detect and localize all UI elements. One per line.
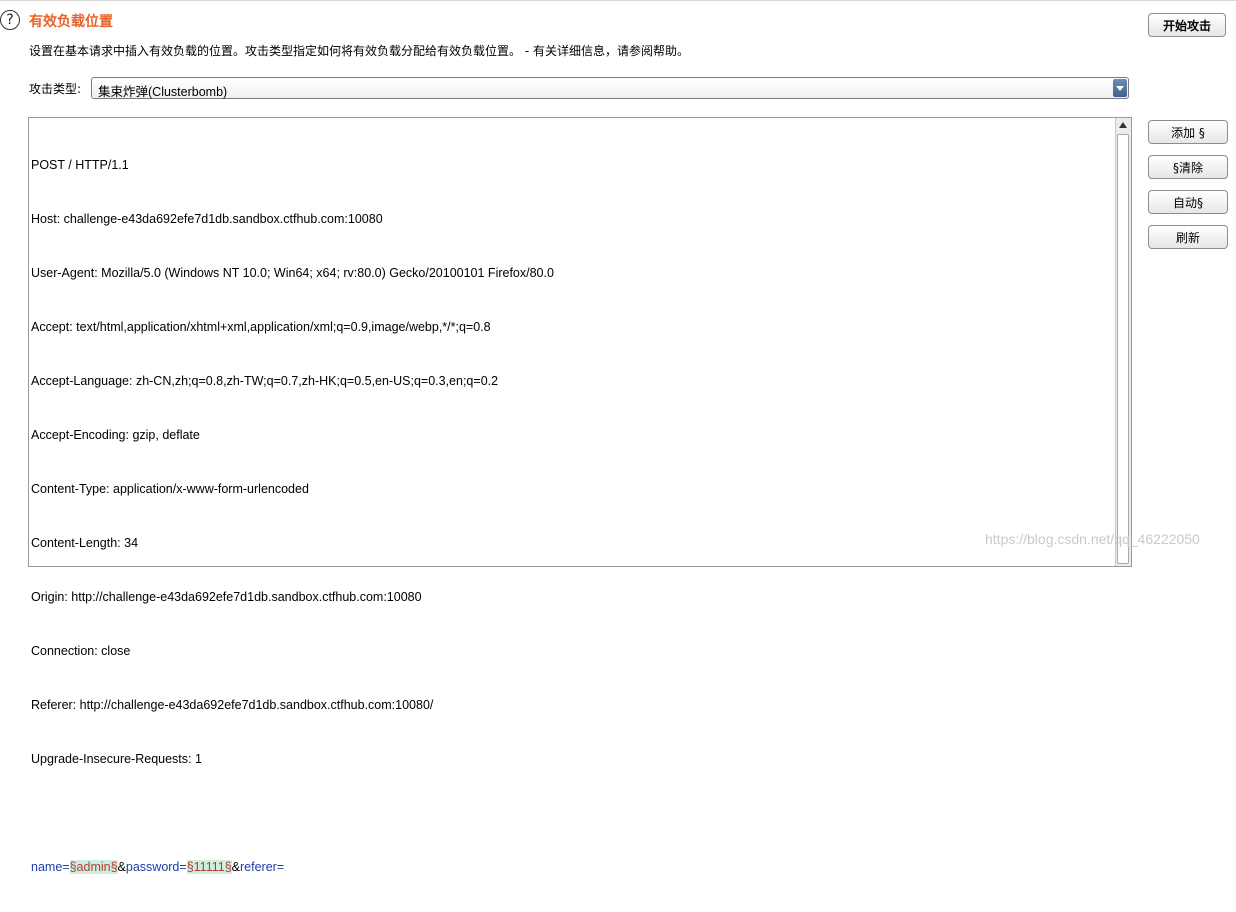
request-line: Content-Type: application/x-www-form-url… [31,482,309,496]
param-equals: = [179,860,187,874]
request-text[interactable]: POST / HTTP/1.1 Host: challenge-e43da692… [31,120,554,912]
param-equals: = [62,860,70,874]
attack-type-label: 攻击类型: [29,82,82,96]
page-title: 有效负载位置 [29,14,113,30]
request-line: Host: challenge-e43da692efe7d1db.sandbox… [31,212,383,226]
request-line: Accept-Language: zh-CN,zh;q=0.8,zh-TW;q=… [31,374,499,388]
clear-payload-markers-button[interactable]: §清除 [1148,155,1228,179]
scroll-thumb[interactable] [1117,134,1129,564]
param-name: referer [240,860,277,874]
payload-marker: §admin§ [69,860,118,874]
question-circle-icon[interactable]: ? [0,10,20,30]
param-separator: & [117,860,126,874]
param-equals: = [276,860,285,874]
payload-marker: §11111§ [186,860,232,874]
refresh-button[interactable]: 刷新 [1148,225,1228,249]
request-editor[interactable]: POST / HTTP/1.1 Host: challenge-e43da692… [28,117,1132,874]
request-line: Accept: text/html,application/xhtml+xml,… [31,320,491,334]
param-name: name [31,860,63,874]
auto-payload-markers-button[interactable]: 自动§ [1148,190,1228,214]
chevron-down-icon[interactable] [1113,79,1127,97]
vertical-scrollbar[interactable] [1115,118,1131,566]
attack-type-select[interactable]: 集束炸弹(Clusterbomb) [91,77,1129,99]
request-body-line: name=§admin§&password=§11111§&referer= [31,858,554,876]
attack-type-value: 集束炸弹(Clusterbomb) [98,85,228,99]
top-divider [0,0,1236,1]
start-attack-button[interactable]: 开始攻击 [1148,13,1226,37]
request-line: Origin: http://challenge-e43da692efe7d1d… [31,590,422,604]
param-separator: & [231,860,240,874]
request-line [31,804,554,822]
request-line: User-Agent: Mozilla/5.0 (Windows NT 10.0… [31,266,554,280]
watermark: https://blog.csdn.net/qq_46222050 [985,531,1200,547]
add-payload-marker-button[interactable]: 添加 § [1148,120,1228,144]
request-line: Referer: http://challenge-e43da692efe7d1… [31,698,434,712]
param-name: password [125,860,180,874]
request-line: POST / HTTP/1.1 [31,158,129,172]
request-line: Upgrade-Insecure-Requests: 1 [31,752,202,766]
scroll-up-arrow-icon[interactable] [1116,118,1131,133]
request-line: Accept-Encoding: gzip, deflate [31,428,200,442]
request-line: Connection: close [31,644,131,658]
request-line: Content-Length: 34 [31,536,139,550]
page-description: 设置在基本请求中插入有效负载的位置。攻击类型指定如何将有效负载分配给有效负载位置… [29,44,689,58]
